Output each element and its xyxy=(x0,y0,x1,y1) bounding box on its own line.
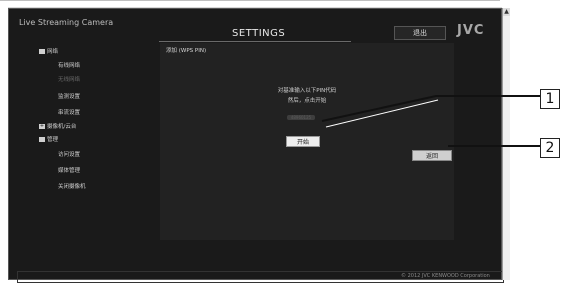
callout-line-1-highlight xyxy=(325,99,439,128)
callout-2: 2 xyxy=(540,138,560,158)
callout-1: 1 xyxy=(540,89,560,109)
callout-line-1 xyxy=(321,95,540,122)
callout-lines xyxy=(321,95,540,147)
